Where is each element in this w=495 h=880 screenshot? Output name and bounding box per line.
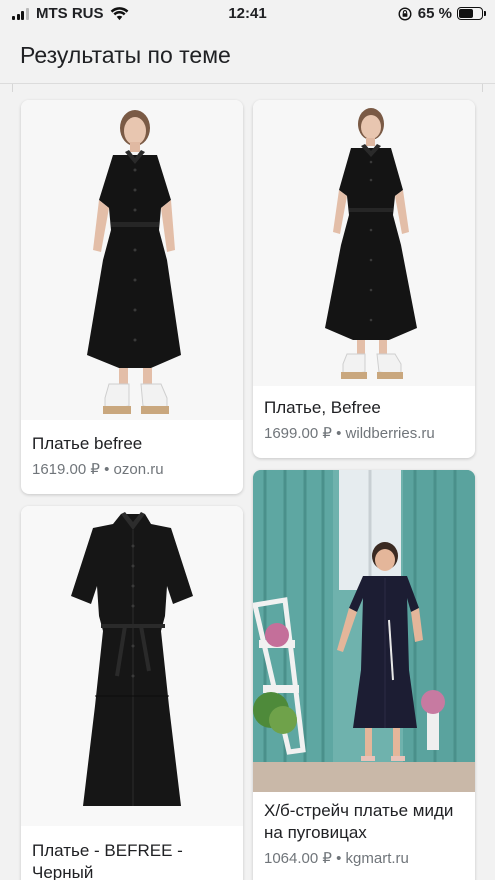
status-bar: MTS RUS 12:41 65 % xyxy=(0,0,495,28)
grid-top-edge xyxy=(12,84,483,92)
product-title[interactable]: Х/б-стрейч платье миди на пуговицах xyxy=(264,800,464,844)
product-title[interactable]: Платье - BEFREE - Черный xyxy=(32,840,232,880)
product-source: wildberries.ru xyxy=(345,425,435,442)
dress-photo xyxy=(253,100,475,386)
product-image[interactable] xyxy=(21,506,243,826)
results-header: Результаты по теме xyxy=(0,28,495,84)
result-card[interactable]: Платье - BEFREE - Черный xyxy=(21,506,243,880)
product-price-source: 1619.00 ₽ • ozon.ru xyxy=(32,460,164,478)
battery-percentage: 65 % xyxy=(417,5,452,22)
result-card[interactable]: Х/б-стрейч платье миди на пуговицах 1064… xyxy=(253,470,475,880)
separator-dot: • xyxy=(336,850,342,867)
product-source: kgmart.ru xyxy=(345,850,409,867)
product-image[interactable] xyxy=(21,100,243,420)
result-card[interactable]: Платье, Befree 1699.00 ₽ • wildberries.r… xyxy=(253,100,475,458)
product-price: 1699.00 ₽ xyxy=(264,425,332,442)
separator-dot: • xyxy=(104,461,110,478)
battery-icon xyxy=(457,7,486,20)
orientation-lock-icon xyxy=(398,6,412,21)
page-title: Результаты по теме xyxy=(20,42,231,68)
separator-dot: • xyxy=(336,425,342,442)
product-price: 1619.00 ₽ xyxy=(32,461,100,478)
product-image[interactable] xyxy=(253,470,475,792)
dress-photo xyxy=(253,470,475,792)
dress-photo xyxy=(21,506,243,826)
dress-photo xyxy=(21,100,243,420)
product-price-source: 1699.00 ₽ • wildberries.ru xyxy=(264,424,435,442)
results-grid: Платье befree 1619.00 ₽ • ozon.ru Платье… xyxy=(0,84,495,880)
product-price: 1064.00 ₽ xyxy=(264,850,332,867)
product-title[interactable]: Платье befree xyxy=(32,433,232,455)
product-price-source: 1064.00 ₽ • kgmart.ru xyxy=(264,849,409,867)
result-card[interactable]: Платье befree 1619.00 ₽ • ozon.ru xyxy=(21,100,243,494)
product-source: ozon.ru xyxy=(113,461,164,478)
product-title[interactable]: Платье, Befree xyxy=(264,397,464,419)
product-image[interactable] xyxy=(253,100,475,386)
